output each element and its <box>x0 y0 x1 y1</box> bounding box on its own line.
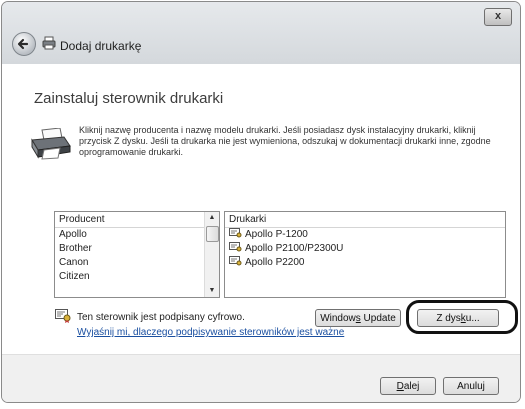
printer-model-label: Apollo P2100/P2300U <box>245 243 344 254</box>
close-icon: x <box>494 10 502 22</box>
highlight-callout <box>406 300 518 334</box>
printer-model-label: Apollo P-1200 <box>245 229 308 240</box>
certificate-icon <box>55 309 71 323</box>
printer-model-list-header: Drukarki <box>225 212 505 228</box>
next-button[interactable]: Dalej <box>380 377 436 395</box>
driver-signing-link[interactable]: Wyjaśnij mi, dlaczego podpisywanie stero… <box>77 327 344 338</box>
certificate-icon <box>229 256 242 266</box>
printer-model-label: Apollo P2200 <box>245 257 305 268</box>
manufacturer-scrollbar[interactable]: ▲ ▼ <box>204 212 219 297</box>
manufacturer-list-header: Producent <box>55 212 219 228</box>
access-key: D <box>396 381 404 392</box>
title-bar: x Dodaj drukarkę <box>2 2 520 64</box>
list-item[interactable]: Apollo P-1200 <box>225 228 505 242</box>
scroll-thumb[interactable] <box>206 226 219 242</box>
list-item[interactable]: Apollo P2200 <box>225 256 505 270</box>
list-item[interactable]: Apollo P2100/P2300U <box>225 242 505 256</box>
button-label: alej <box>403 381 420 392</box>
back-arrow-icon <box>17 38 29 50</box>
signature-status: Ten sterownik jest podpisany cyfrowo. <box>77 312 245 323</box>
certificate-icon <box>229 242 242 252</box>
printer-model-list[interactable]: Drukarki Apollo P-1200 Apollo P2100/P230… <box>224 211 506 298</box>
back-button[interactable] <box>12 32 36 56</box>
list-item[interactable]: Brother <box>55 242 219 256</box>
page-heading: Zainstaluj sterownik drukarki <box>34 90 224 107</box>
list-item[interactable]: Apollo <box>55 228 219 242</box>
button-label: Window <box>320 313 356 324</box>
printer-icon <box>42 36 56 50</box>
dialog-footer: Dalej Anuluj <box>2 354 520 402</box>
printer-icon <box>31 128 71 160</box>
add-printer-dialog: x Dodaj drukarkę Zainstaluj sterownik dr… <box>1 1 521 403</box>
instructions-text: Kliknij nazwę producenta i nazwę modelu … <box>79 125 491 157</box>
certificate-icon <box>229 228 242 238</box>
close-button[interactable]: x <box>484 8 512 26</box>
cancel-button[interactable]: Anuluj <box>443 377 499 395</box>
scroll-down-icon[interactable]: ▼ <box>205 285 219 297</box>
windows-update-button[interactable]: Windows Update <box>315 309 401 327</box>
main-content: Zainstaluj sterownik drukarki Kliknij na… <box>2 64 520 354</box>
manufacturer-list[interactable]: Producent Apollo Brother Canon Citizen ▲… <box>54 211 220 298</box>
scroll-up-icon[interactable]: ▲ <box>205 212 219 224</box>
window-title: Dodaj drukarkę <box>60 39 142 53</box>
button-label: Update <box>360 313 396 324</box>
list-item[interactable]: Canon <box>55 256 219 270</box>
list-item[interactable]: Citizen <box>55 270 219 284</box>
